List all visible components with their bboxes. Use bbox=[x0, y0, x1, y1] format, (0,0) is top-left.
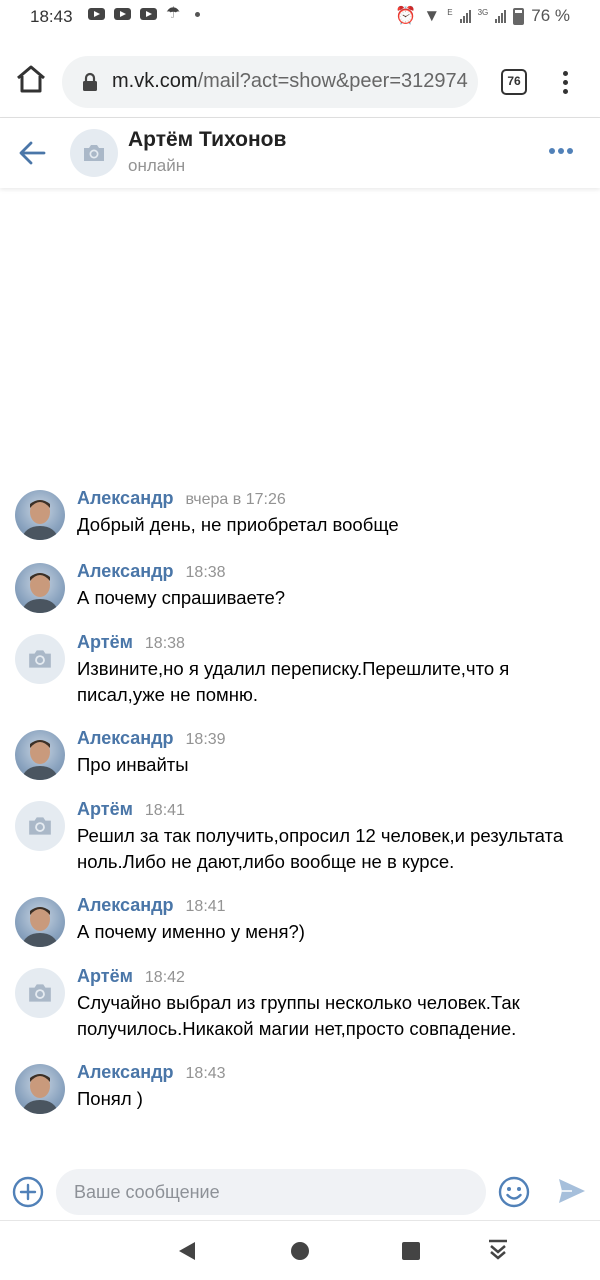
camera-icon bbox=[29, 817, 51, 835]
avatar[interactable] bbox=[15, 801, 65, 851]
message-text: Про инвайты bbox=[77, 754, 189, 775]
status-bar: 18:43 ☂ ⏰ ▼ E 3G 76 % bbox=[0, 0, 600, 34]
message-time: 18:43 bbox=[185, 1065, 226, 1082]
message-text: Понял ) bbox=[77, 1088, 143, 1109]
notification-icons: ☂ bbox=[88, 5, 201, 22]
avatar[interactable] bbox=[15, 1064, 65, 1114]
message-time: 18:39 bbox=[185, 731, 226, 748]
avatar[interactable] bbox=[70, 129, 118, 177]
battery-percent: 76 % bbox=[531, 6, 570, 25]
more-options-button[interactable] bbox=[549, 148, 573, 154]
url-path: /mail?act=show&peer=312974 bbox=[197, 70, 468, 92]
message-author[interactable]: Александр bbox=[77, 895, 174, 916]
youtube-icon bbox=[88, 8, 105, 20]
message-item: Александр вчера в 17:26 Добрый день, не п… bbox=[0, 486, 600, 559]
message-author[interactable]: Александр bbox=[77, 728, 174, 749]
user-photo bbox=[21, 740, 59, 780]
message-author[interactable]: Артём bbox=[77, 799, 133, 820]
nav-home-icon[interactable] bbox=[291, 1242, 309, 1260]
user-photo bbox=[21, 907, 59, 947]
user-photo bbox=[21, 500, 59, 540]
send-icon[interactable] bbox=[558, 1178, 586, 1204]
message-author[interactable]: Артём bbox=[77, 966, 133, 987]
message-text: Решил за так получить,опросил 12 человек… bbox=[77, 825, 564, 872]
tab-switcher-button[interactable]: 76 bbox=[501, 69, 527, 95]
message-item: Артём 18:41 Решил за так получить,опросил… bbox=[0, 797, 600, 893]
emoji-icon[interactable] bbox=[498, 1176, 530, 1208]
contact-name[interactable]: Артём Тихонов bbox=[128, 128, 286, 152]
camera-icon bbox=[29, 984, 51, 1002]
chat-header: Артём Тихонов онлайн bbox=[0, 118, 600, 188]
camera-icon bbox=[84, 145, 104, 161]
alarm-icon: ⏰ bbox=[395, 6, 417, 25]
avatar[interactable] bbox=[15, 634, 65, 684]
message-list: Александр вчера в 17:26 Добрый день, не п… bbox=[0, 486, 600, 1131]
signal-icon bbox=[495, 9, 507, 23]
message-item: Александр 18:41 А почему именно у меня?) bbox=[0, 893, 600, 964]
back-arrow-icon[interactable] bbox=[18, 140, 48, 166]
message-time: 18:41 bbox=[144, 802, 185, 819]
wifi-icon: ▼ bbox=[423, 6, 441, 25]
address-bar[interactable]: m.vk.com/mail?act=show&peer=312974 bbox=[62, 56, 478, 108]
lock-icon bbox=[83, 72, 97, 91]
browser-menu-button[interactable] bbox=[553, 68, 577, 96]
message-text: А почему именно у меня?) bbox=[77, 921, 305, 942]
message-text: Добрый день, не приобретал вообще bbox=[77, 514, 399, 535]
message-author[interactable]: Александр bbox=[77, 488, 174, 509]
message-text: А почему спрашиваете? bbox=[77, 587, 286, 608]
nav-recents-icon[interactable] bbox=[402, 1242, 420, 1260]
avatar[interactable] bbox=[15, 730, 65, 780]
browser-toolbar: m.vk.com/mail?act=show&peer=312974 76 bbox=[0, 34, 600, 118]
home-icon[interactable] bbox=[14, 64, 48, 94]
message-time: вчера в 17:26 bbox=[185, 491, 286, 508]
message-author[interactable]: Александр bbox=[77, 1062, 174, 1083]
battery-icon bbox=[513, 7, 525, 25]
message-time: 18:38 bbox=[185, 564, 226, 581]
user-photo bbox=[21, 573, 59, 613]
nav-hide-keyboard-icon[interactable] bbox=[487, 1239, 509, 1261]
avatar[interactable] bbox=[15, 968, 65, 1018]
youtube-icon bbox=[114, 8, 131, 20]
url-text: m.vk.com/mail?act=show&peer=312974 bbox=[112, 70, 472, 93]
more-notifications-icon bbox=[195, 11, 201, 17]
message-item: Александр 18:43 Понял ) bbox=[0, 1060, 600, 1131]
umbrella-icon: ☂ bbox=[166, 5, 181, 22]
network-e-label: E bbox=[447, 8, 453, 17]
message-composer bbox=[0, 1164, 600, 1220]
status-time: 18:43 bbox=[30, 7, 73, 26]
user-photo bbox=[21, 1074, 59, 1114]
signal-icon bbox=[459, 9, 471, 23]
url-domain: m.vk.com bbox=[112, 70, 198, 92]
message-author[interactable]: Александр bbox=[77, 561, 174, 582]
message-input[interactable] bbox=[56, 1169, 486, 1215]
message-item: Артём 18:42 Случайно выбрал из группы нес… bbox=[0, 964, 600, 1060]
message-author[interactable]: Артём bbox=[77, 632, 133, 653]
camera-icon bbox=[29, 650, 51, 668]
add-attachment-icon[interactable] bbox=[12, 1176, 44, 1208]
youtube-icon bbox=[140, 8, 157, 20]
message-item: Артём 18:38 Извините,но я удалил переписк… bbox=[0, 630, 600, 726]
message-item: Александр 18:38 А почему спрашиваете? bbox=[0, 559, 600, 630]
message-time: 18:42 bbox=[144, 969, 185, 986]
message-text: Случайно выбрал из группы несколько чело… bbox=[77, 992, 520, 1039]
message-item: Александр 18:39 Про инвайты bbox=[0, 726, 600, 797]
contact-status: онлайн bbox=[128, 156, 186, 175]
avatar[interactable] bbox=[15, 897, 65, 947]
avatar[interactable] bbox=[15, 490, 65, 540]
avatar[interactable] bbox=[15, 563, 65, 613]
message-text: Извините,но я удалил переписку.Перешлите… bbox=[77, 658, 510, 705]
message-time: 18:38 bbox=[144, 635, 185, 652]
nav-back-icon[interactable] bbox=[177, 1241, 197, 1261]
network-3g-label: 3G bbox=[477, 8, 489, 17]
message-time: 18:41 bbox=[185, 898, 226, 915]
system-navigation-bar bbox=[0, 1220, 600, 1280]
system-icons: ⏰ ▼ E 3G 76 % bbox=[395, 6, 570, 26]
